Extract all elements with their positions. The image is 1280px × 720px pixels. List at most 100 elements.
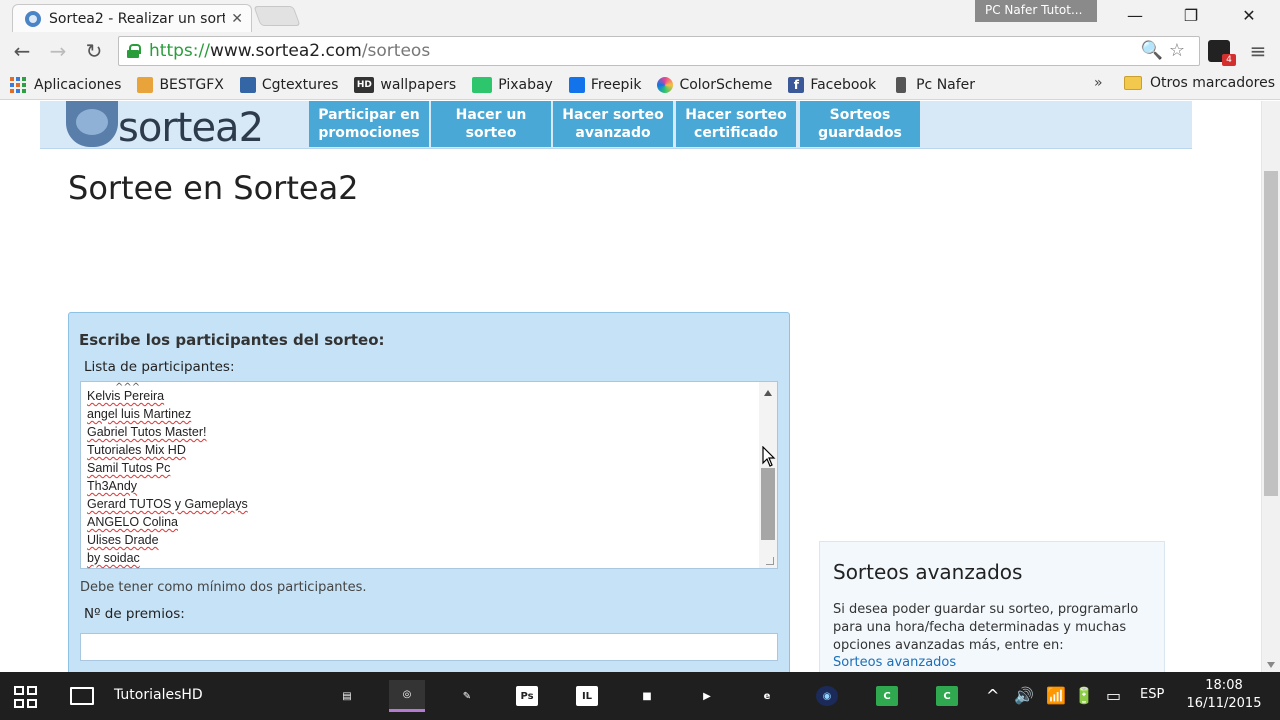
participants-hint: Debe tener como mínimo dos participantes… (80, 580, 367, 595)
page-title: Sortee en Sortea2 (68, 169, 359, 207)
other-bookmarks-label: Otros marcadores (1150, 75, 1276, 91)
file-explorer-icon[interactable]: ▤ (329, 680, 365, 712)
bookmark-freepik[interactable]: Freepik (568, 76, 641, 93)
bookmark-aplicaciones[interactable]: Aplicaciones (0, 76, 121, 93)
bookmark-wallpapers[interactable]: HD wallpapers (354, 76, 457, 93)
notifications-icon[interactable]: ▭ (1106, 686, 1121, 705)
taskbar-clock[interactable]: 18:08 16/11/2015 (1180, 677, 1268, 713)
other-bookmarks[interactable]: Otros marcadores (1124, 75, 1275, 91)
textarea-scrollbar[interactable] (759, 382, 777, 568)
participant-name: ANGELO Colina (87, 515, 179, 529)
scroll-down-icon[interactable] (1267, 662, 1275, 668)
camtasia-icon-glyph: C (876, 686, 898, 706)
logo-mascot-icon[interactable] (66, 101, 118, 147)
url-host: www.sortea2.com (209, 41, 362, 61)
close-window-button[interactable]: ✕ (1234, 4, 1264, 28)
inkscape-icon[interactable]: ✎ (449, 680, 485, 712)
camtasia-recorder-icon-glyph: C (936, 686, 958, 706)
pixabay-icon (472, 76, 493, 93)
advanced-draws-title: Sorteos avanzados (833, 560, 1023, 584)
camtasia-icon[interactable]: C (869, 680, 905, 712)
input-language[interactable]: ESP (1140, 687, 1164, 702)
participants-textarea[interactable]: ^^^ Kelvis Pereira angel luis Martinez Gab… (80, 381, 778, 569)
participant-name: Kelvis Pereira (87, 389, 165, 403)
sortea2-favicon-icon (25, 10, 41, 27)
bookmark-pc-nafer[interactable]: Pc Nafer (892, 76, 976, 93)
resize-handle-icon[interactable] (766, 557, 774, 565)
bookmark-label: Pixabay (498, 76, 553, 93)
page-scrollbar[interactable] (1261, 101, 1280, 672)
back-button[interactable]: ← (8, 38, 36, 64)
bookmarks-more-button[interactable]: » (1094, 75, 1103, 91)
participant-entry: angel luis Martinez (87, 405, 248, 423)
media-player-icon[interactable]: ▶ (689, 680, 725, 712)
nav-hacer-sorteo-certificado[interactable]: Hacer sorteo certificado (676, 101, 796, 147)
site-logo[interactable]: sortea2 (118, 105, 264, 151)
chrome-menu-icon[interactable]: ≡ (1248, 40, 1268, 62)
facebook-icon: f (788, 76, 805, 93)
browser-titlebar: Sortea2 - Realizar un sorte ✕ PC Nafer T… (0, 0, 1280, 32)
page-scroll-thumb[interactable] (1264, 171, 1278, 496)
chrome-icon[interactable]: ◎ (389, 680, 425, 712)
participant-name: Samil Tutos Pc (87, 461, 171, 475)
colorscheme-icon (657, 76, 674, 93)
battery-icon[interactable]: 🔋 (1074, 686, 1094, 705)
participant-list: Kelvis Pereira angel luis Martinez Gabriel… (87, 387, 248, 567)
browser-tab[interactable]: Sortea2 - Realizar un sorte ✕ (12, 4, 252, 32)
tab-title: Sortea2 - Realizar un sorte (49, 10, 226, 27)
hd-icon: HD (354, 76, 375, 93)
media-player-icon-glyph: ▶ (703, 690, 711, 702)
internet-explorer-icon[interactable]: e (749, 680, 785, 712)
advanced-draws-link[interactable]: Sorteos avanzados (833, 655, 956, 670)
participant-entry: Kelvis Pereira (87, 387, 248, 405)
tab-close-icon[interactable]: ✕ (231, 11, 243, 27)
cgtextures-icon (239, 76, 256, 93)
start-button[interactable] (14, 686, 38, 708)
textarea-scroll-thumb[interactable] (761, 468, 775, 540)
minimize-button[interactable]: — (1120, 4, 1150, 28)
network-icon[interactable]: 📶 (1046, 686, 1066, 705)
volume-icon[interactable]: 🔊 (1014, 686, 1034, 705)
windows-taskbar: TutorialesHD ▤ ◎ ✎ Ps IL ■ ▶ e ◉ C C ^ 🔊 📶 🔋 ▭ ESP… (0, 672, 1280, 720)
profile-name[interactable]: PC Nafer Tutot... (975, 0, 1097, 22)
cinema4d-icon[interactable]: ◉ (809, 680, 845, 712)
nav-sorteos-guardados[interactable]: Sorteos guardados (800, 101, 920, 147)
chrome-icon-glyph: ◎ (402, 689, 412, 700)
address-bar[interactable]: https://www.sortea2.com/sorteos 🔍☆ (118, 36, 1200, 66)
pcnafer-icon (896, 76, 907, 93)
bookmark-label: Pc Nafer (916, 76, 976, 93)
nav-hacer-un-sorteo[interactable]: Hacer un sorteo (431, 101, 551, 147)
nav-participar-en-promociones[interactable]: Participar en promociones (309, 101, 429, 147)
forward-button[interactable]: → (44, 38, 72, 64)
restore-button[interactable]: ❐ (1176, 4, 1206, 28)
search-and-star-icon[interactable]: 🔍☆ (1140, 40, 1191, 61)
bookmark-colorscheme[interactable]: ColorScheme (657, 76, 772, 93)
inkscape-icon-glyph: ✎ (462, 690, 472, 702)
taskbar-window-label[interactable]: TutorialesHD (114, 687, 203, 703)
illustrator-icon[interactable]: IL (569, 680, 605, 712)
bookmark-facebook[interactable]: f Facebook (788, 76, 876, 93)
participant-entry: Th3Andy (87, 477, 248, 495)
new-tab-button[interactable] (253, 6, 301, 26)
prizes-input[interactable] (80, 633, 778, 661)
bookmark-pixabay[interactable]: Pixabay (472, 76, 553, 93)
apps-grid-icon (10, 76, 26, 93)
freepik-icon (568, 76, 585, 93)
participant-name: Tutoriales Mix HD (87, 443, 186, 457)
camtasia-recorder-icon[interactable]: C (929, 680, 965, 712)
photoshop-icon[interactable]: Ps (509, 680, 545, 712)
tray-expand-icon[interactable]: ^ (986, 686, 999, 705)
bookmark-cgtextures[interactable]: Cgtextures (239, 76, 338, 93)
scroll-up-icon[interactable] (764, 390, 772, 396)
reload-button[interactable]: ↻ (80, 38, 108, 64)
bookmark-label: BESTGFX (159, 76, 224, 93)
bookmarks-bar: Aplicaciones BESTGFX Cgtextures HD wallp… (0, 70, 1280, 100)
page-viewport: sortea2 Participar en promociones Hacer … (0, 101, 1280, 672)
participant-entry: Tutoriales Mix HD (87, 441, 248, 459)
photoshop-icon-glyph: Ps (516, 686, 538, 706)
task-view-icon[interactable] (70, 687, 94, 705)
bookmark-bestgfx[interactable]: BESTGFX (137, 76, 224, 93)
bookmark-label: wallpapers (380, 76, 457, 93)
app-icon[interactable]: ■ (629, 680, 665, 712)
nav-hacer-sorteo-avanzado[interactable]: Hacer sorteo avanzado (553, 101, 673, 147)
